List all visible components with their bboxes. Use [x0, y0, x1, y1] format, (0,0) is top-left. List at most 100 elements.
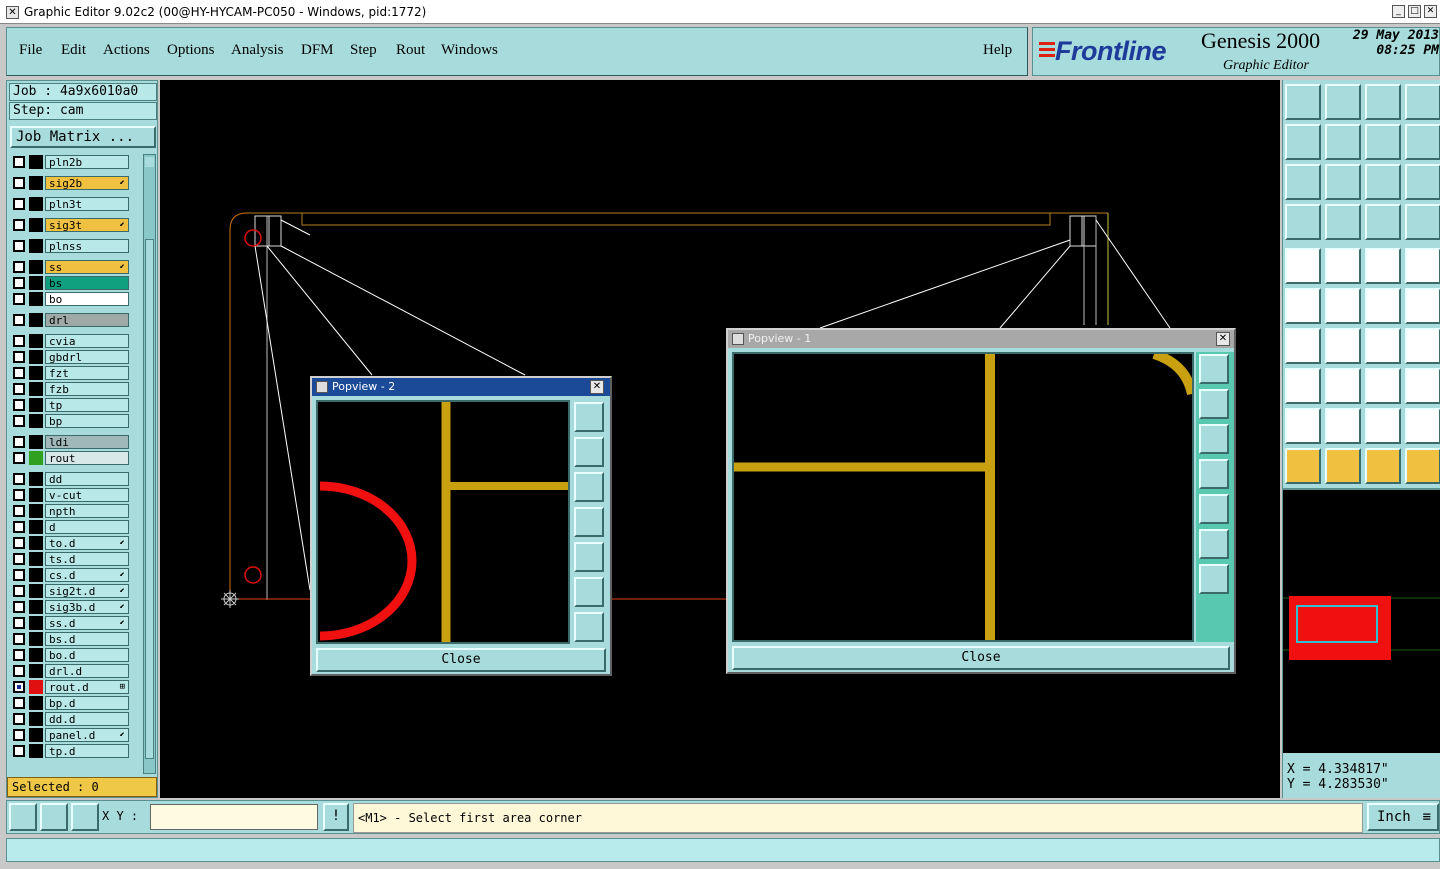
layer-row[interactable]: drl [9, 313, 133, 327]
layer-row[interactable]: panel.d ⬋ [9, 728, 133, 742]
alert-icon[interactable]: ! [323, 803, 349, 831]
fit-icon[interactable] [1285, 164, 1321, 200]
layer-row[interactable]: rout [9, 451, 133, 465]
layer-checkbox[interactable] [13, 681, 25, 693]
measure-icon[interactable] [1285, 204, 1321, 240]
copy-icon[interactable] [1405, 288, 1440, 324]
layer-checkbox[interactable] [13, 505, 25, 517]
grid-icon[interactable] [71, 803, 99, 831]
layer-row[interactable]: ss.d ⬋ [9, 616, 133, 630]
layer-name[interactable]: ts.d [45, 552, 129, 566]
layer-color-swatch[interactable] [29, 414, 43, 428]
layer-checkbox[interactable] [13, 293, 25, 305]
surface-icon[interactable] [1285, 408, 1321, 444]
snap-point-icon[interactable] [1405, 248, 1440, 284]
layer-checkbox[interactable] [13, 665, 25, 677]
pan-down-icon[interactable] [1199, 424, 1229, 454]
layer-row[interactable]: bo [9, 292, 133, 306]
layer-color-swatch[interactable] [29, 728, 43, 742]
layer-name[interactable]: fzt [45, 366, 129, 380]
layer-color-swatch[interactable] [29, 239, 43, 253]
layer-row[interactable]: bp.d [9, 696, 133, 710]
layer-row[interactable]: npth [9, 504, 133, 518]
draw-line-icon[interactable] [1285, 328, 1321, 364]
layer-name[interactable]: sig2b ⬋ [45, 176, 129, 190]
layer-name[interactable]: d [45, 520, 129, 534]
pan-left-icon[interactable] [1199, 459, 1229, 489]
layer-row[interactable]: pln3t [9, 197, 133, 211]
layer-color-swatch[interactable] [29, 398, 43, 412]
layer-row[interactable]: sig3t ⬋ [9, 218, 133, 232]
layer-color-swatch[interactable] [29, 696, 43, 710]
layer-checkbox[interactable] [13, 240, 25, 252]
undo-view-icon[interactable] [1365, 124, 1401, 160]
menu-rout[interactable]: Rout [396, 42, 425, 59]
chamfer-icon[interactable] [1405, 408, 1440, 444]
layer-checkbox[interactable] [13, 729, 25, 741]
layer-row[interactable]: ldi [9, 435, 133, 449]
layer-color-swatch[interactable] [29, 155, 43, 169]
layer-name[interactable]: bp [45, 414, 129, 428]
layer-checkbox[interactable] [13, 261, 25, 273]
layer-checkbox[interactable] [13, 156, 25, 168]
layer-name[interactable]: rout [45, 451, 129, 465]
popview-1-close-icon[interactable]: ✕ [1216, 332, 1230, 346]
layer-checkbox[interactable] [13, 537, 25, 549]
layer-checkbox[interactable] [13, 415, 25, 427]
zoom-out-icon[interactable] [1199, 529, 1229, 559]
layer-checkbox[interactable] [13, 617, 25, 629]
layer-row[interactable]: drl.d [9, 664, 133, 678]
layer-row[interactable]: dd.d [9, 712, 133, 726]
layer-name[interactable]: pln3t [45, 197, 129, 211]
layer-row[interactable]: tp.d [9, 744, 133, 758]
layer-row[interactable]: tp [9, 398, 133, 412]
layer-color-swatch[interactable] [29, 616, 43, 630]
layer-name[interactable]: cs.d ⬋ [45, 568, 129, 582]
close-window-button[interactable]: ✕ [1424, 5, 1437, 18]
layer-color-swatch[interactable] [29, 520, 43, 534]
layer-checkbox[interactable] [13, 745, 25, 757]
layer-name[interactable]: bs.d [45, 632, 129, 646]
layer-color-swatch[interactable] [29, 744, 43, 758]
layer-color-swatch[interactable] [29, 504, 43, 518]
layer-color-swatch[interactable] [29, 176, 43, 190]
layer-name[interactable]: v-cut [45, 488, 129, 502]
layer-scrollbar[interactable] [143, 154, 156, 774]
layer-checkbox[interactable] [13, 314, 25, 326]
layer-color-swatch[interactable] [29, 568, 43, 582]
probe-icon[interactable] [1325, 204, 1361, 240]
minimize-button[interactable]: _ [1392, 5, 1405, 18]
layer-checkbox[interactable] [13, 489, 25, 501]
layer-row[interactable]: to.d ⬋ [9, 536, 133, 550]
pan-left-icon[interactable] [574, 507, 604, 537]
select-net-icon[interactable] [1405, 448, 1440, 484]
overview-map[interactable] [1283, 488, 1440, 753]
layer-row[interactable]: fzt [9, 366, 133, 380]
layer-name[interactable]: cvia [45, 334, 129, 348]
layer-color-swatch[interactable] [29, 664, 43, 678]
layer-checkbox[interactable] [13, 436, 25, 448]
arc-icon[interactable] [1365, 328, 1401, 364]
layer-name[interactable]: tp [45, 398, 129, 412]
layer-checkbox[interactable] [13, 452, 25, 464]
center-icon[interactable] [1325, 164, 1361, 200]
layer-checkbox[interactable] [13, 219, 25, 231]
layer-color-swatch[interactable] [29, 600, 43, 614]
select-icon[interactable] [1285, 448, 1321, 484]
add-line-icon[interactable] [1325, 248, 1361, 284]
layer-name[interactable]: gbdrl [45, 350, 129, 364]
layer-color-swatch[interactable] [29, 536, 43, 550]
layer-row[interactable]: v-cut [9, 488, 133, 502]
segment-icon[interactable] [1325, 368, 1361, 404]
menu-file[interactable]: File [19, 42, 42, 59]
ruler-icon[interactable] [1365, 248, 1401, 284]
layer-color-swatch[interactable] [29, 552, 43, 566]
layer-color-swatch[interactable] [29, 382, 43, 396]
layer-name[interactable]: tp.d [45, 744, 129, 758]
layer-row[interactable]: gbdrl [9, 350, 133, 364]
layer-name[interactable]: to.d ⬋ [45, 536, 129, 550]
layer-color-swatch[interactable] [29, 260, 43, 274]
layer-name[interactable]: ldi [45, 435, 129, 449]
layer-checkbox[interactable] [13, 553, 25, 565]
graphic-canvas[interactable]: Popview - 2 ✕ Close Popview - 1 ✕ Close [160, 80, 1280, 798]
